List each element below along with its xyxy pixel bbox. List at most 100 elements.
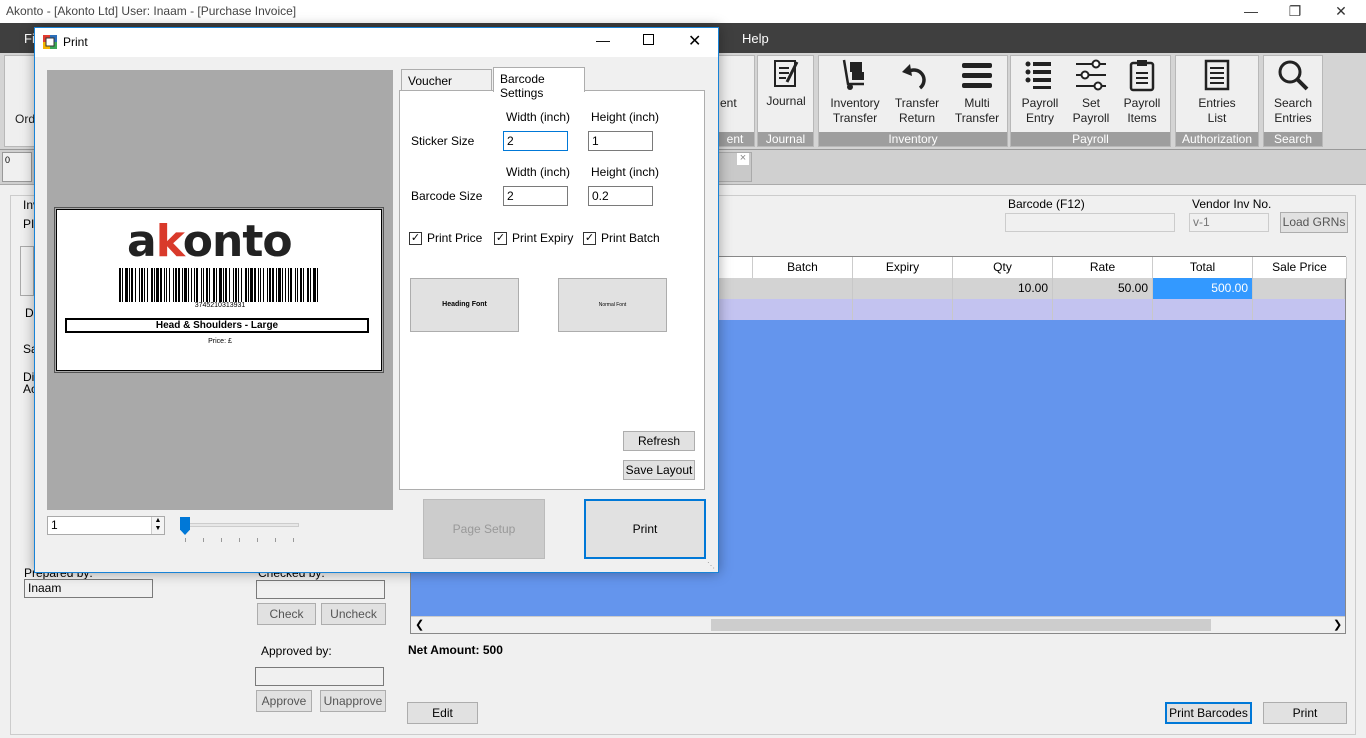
orders-button[interactable]: Ord (15, 112, 35, 127)
menu-help[interactable]: Help (742, 31, 769, 46)
edit-button[interactable]: Edit (407, 702, 478, 724)
print-batch-checkbox[interactable]: ✓ (583, 232, 596, 245)
payroll-entry-label-1: Payroll (1021, 96, 1059, 110)
entries-list-button[interactable]: Entries List (1186, 58, 1248, 126)
page-spinner[interactable]: ▲ ▼ (151, 517, 164, 534)
refresh-button[interactable]: Refresh (623, 431, 695, 451)
vendor-inv-input[interactable]: v-1 (1189, 213, 1269, 232)
dialog-close-icon[interactable]: ✕ (688, 31, 701, 51)
barcode-bar (263, 268, 264, 302)
grid-header-sale-price[interactable]: Sale Price (1253, 257, 1347, 279)
cell-total[interactable]: 500.00 (1153, 278, 1253, 299)
resize-grip-icon[interactable]: ⋱ (707, 561, 715, 570)
grid-header-qty[interactable]: Qty (953, 257, 1053, 279)
heading-font-button[interactable]: Heading Font (410, 278, 519, 332)
barcode-bar (184, 268, 187, 302)
search-caption: Search (1264, 132, 1322, 146)
grid-header-expiry[interactable]: Expiry (853, 257, 953, 279)
page-setup-button[interactable]: Page Setup (423, 499, 545, 559)
document-tab-0[interactable]: 0 (2, 152, 32, 182)
set-payroll-button[interactable]: Set Payroll (1067, 58, 1115, 126)
print-expiry-checkbox[interactable]: ✓ (494, 232, 507, 245)
barcode-bar (188, 268, 189, 302)
scroll-left-icon[interactable]: ❮ (415, 618, 424, 631)
print-button[interactable]: Print (1263, 702, 1347, 724)
journal-caption: Journal (758, 132, 813, 146)
payroll-items-button[interactable]: Payroll Items (1117, 58, 1167, 126)
app-title-bar: Akonto - [Akonto Ltd] User: Inaam - [Pur… (0, 0, 1366, 23)
payroll-entry-label-2: Entry (1025, 111, 1054, 125)
print-preview: akonto 3745210313931 Head & Shoulders - … (47, 70, 393, 510)
scrollbar-thumb[interactable] (711, 619, 1211, 631)
horizontal-scrollbar[interactable]: ❮ ❯ (411, 616, 1345, 633)
barcode-bar (250, 268, 253, 302)
dialog-print-button[interactable]: Print (584, 499, 706, 559)
save-layout-button[interactable]: Save Layout (623, 460, 695, 480)
journal-button[interactable]: Journal (764, 58, 808, 109)
ribbon-group-partial: ent ent (715, 55, 755, 147)
barcode-input[interactable] (1005, 213, 1175, 232)
check-button[interactable]: Check (257, 603, 316, 625)
cell-qty[interactable]: 10.00 (953, 278, 1053, 299)
cell-expiry[interactable] (853, 278, 953, 299)
cell-sale-price[interactable] (1253, 278, 1345, 299)
approve-button[interactable]: Approve (256, 690, 312, 712)
barcode-height-input[interactable]: 0.2 (588, 186, 653, 206)
tab-voucher-settings[interactable]: Voucher Settings (401, 69, 492, 102)
ribbon-group-authorization: Entries List Authorization (1175, 55, 1259, 147)
barcode-width-input[interactable]: 2 (503, 186, 568, 206)
barcode-bar (267, 268, 268, 302)
inventory-transfer-button[interactable]: Inventory Transfer (825, 58, 885, 126)
tab-barcode-settings[interactable]: Barcode Settings (493, 67, 585, 100)
transfer-return-button[interactable]: Transfer Return (889, 58, 945, 126)
barcode-bar (144, 268, 145, 302)
cell-rate[interactable]: 50.00 (1053, 278, 1153, 299)
barcode-bar (241, 268, 242, 302)
restore-icon[interactable]: ❐ (1272, 0, 1318, 23)
multi-transfer-button[interactable]: Multi Transfer (949, 58, 1005, 126)
grid-header-rate[interactable]: Rate (1053, 257, 1153, 279)
print-dialog: Print — ✕ akonto 3745210313931 Head & Sh… (34, 27, 719, 573)
tab-close-icon[interactable]: × (737, 153, 749, 165)
cell-batch[interactable] (753, 278, 853, 299)
barcode-bar (194, 268, 195, 302)
barcode-bar (260, 268, 261, 302)
page-number-input[interactable]: 1 (47, 516, 165, 535)
close-icon[interactable]: ✕ (1318, 0, 1364, 23)
clipboard-icon (1129, 60, 1155, 92)
d-label-fragment: D (25, 306, 34, 320)
barcode-bar (278, 268, 281, 302)
approved-by-input[interactable] (255, 667, 384, 686)
barcode-bar (310, 268, 311, 302)
sticker-width-input[interactable]: 2 (503, 131, 568, 151)
barcode-bar (201, 268, 202, 302)
print-price-checkbox[interactable]: ✓ (409, 232, 422, 245)
zoom-slider-thumb[interactable] (180, 517, 190, 535)
minimize-icon[interactable]: — (1228, 0, 1274, 23)
dialog-title-bar: Print — ✕ (35, 28, 718, 57)
grid-header-total[interactable]: Total (1153, 257, 1253, 279)
grid-header-batch[interactable]: Batch (753, 257, 853, 279)
dialog-maximize-icon[interactable] (643, 34, 654, 45)
prepared-by-input[interactable]: Inaam (24, 579, 153, 598)
checked-by-input[interactable] (256, 580, 385, 599)
dialog-minimize-icon[interactable]: — (596, 32, 610, 48)
sticker-height-input[interactable]: 1 (588, 131, 653, 151)
barcode-size-label: Barcode Size (411, 189, 483, 203)
barcode-bar (225, 268, 227, 302)
transfer-return-label-1: Transfer (894, 96, 940, 110)
zoom-slider-track[interactable] (181, 523, 299, 527)
barcode-bar (122, 268, 123, 302)
normal-font-button[interactable]: Normal Font (558, 278, 667, 332)
payroll-entry-button[interactable]: Payroll Entry (1015, 58, 1065, 126)
ribbon-partial-button[interactable]: ent (720, 96, 737, 111)
barcode-bar (288, 268, 289, 302)
search-entries-button[interactable]: Search Entries (1268, 58, 1318, 126)
uncheck-button[interactable]: Uncheck (321, 603, 386, 625)
scroll-right-icon[interactable]: ❯ (1333, 618, 1342, 631)
barcode-bar (238, 268, 239, 302)
load-grns-button[interactable]: Load GRNs (1280, 212, 1348, 233)
list-icon (1025, 61, 1051, 89)
unapprove-button[interactable]: Unapprove (320, 690, 386, 712)
print-barcodes-button[interactable]: Print Barcodes (1165, 702, 1252, 724)
